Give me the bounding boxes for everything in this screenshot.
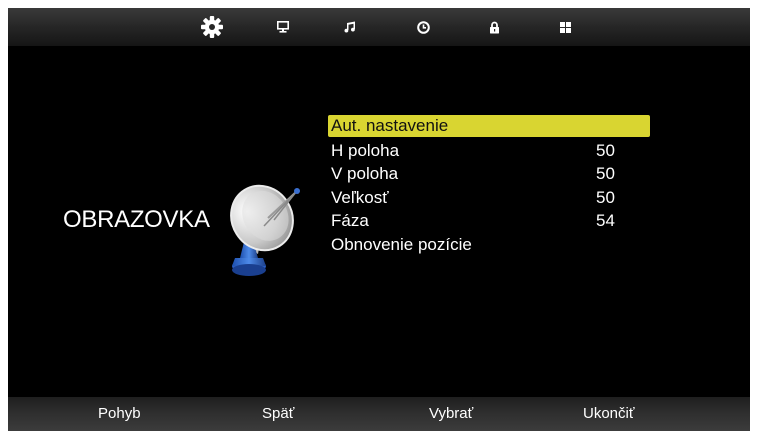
menu-item-h-position[interactable]: H poloha 50 bbox=[328, 139, 650, 163]
menu-item-value: 50 bbox=[596, 140, 615, 160]
menu-item-phase[interactable]: Fáza 54 bbox=[328, 209, 650, 233]
menu-item-label: Fáza bbox=[331, 211, 369, 230]
lock-icon[interactable] bbox=[482, 16, 506, 38]
menu-item-label: Obnovenie pozície bbox=[331, 234, 472, 254]
hint-select: Vybrať bbox=[429, 405, 474, 422]
section-title: OBRAZOVKA bbox=[63, 206, 210, 233]
hint-back: Späť bbox=[262, 405, 295, 422]
tv-osd-screen: OBRAZOVKA Aut. nastavenie H poloha 50 V … bbox=[8, 8, 750, 431]
settings-gear-icon[interactable] bbox=[200, 16, 224, 38]
hint-move: Pohyb bbox=[98, 405, 141, 422]
top-navigation-bar bbox=[8, 8, 750, 46]
menu-item-value: 50 bbox=[596, 187, 615, 207]
menu-item-value: 50 bbox=[596, 164, 615, 183]
clock-icon[interactable] bbox=[411, 16, 435, 38]
menu-item-label: Veľkosť bbox=[331, 187, 389, 207]
music-note-icon[interactable] bbox=[338, 16, 362, 38]
menu-item-auto-adjust[interactable]: Aut. nastavenie bbox=[328, 115, 650, 137]
settings-menu: Aut. nastavenie H poloha 50 V poloha 50 … bbox=[328, 115, 650, 256]
satellite-dish-icon bbox=[218, 170, 308, 288]
monitor-icon[interactable] bbox=[271, 16, 295, 38]
apps-grid-icon[interactable] bbox=[553, 16, 577, 38]
menu-item-label: V poloha bbox=[331, 164, 399, 183]
menu-item-v-position[interactable]: V poloha 50 bbox=[328, 162, 650, 186]
bottom-hint-bar: Pohyb Späť Vybrať Ukončiť bbox=[8, 397, 750, 431]
menu-item-value: 54 bbox=[596, 211, 615, 230]
menu-item-label: Aut. nastavenie bbox=[331, 116, 449, 135]
menu-item-size[interactable]: Veľkosť 50 bbox=[328, 186, 650, 210]
menu-item-position-reset[interactable]: Obnovenie pozície bbox=[328, 233, 650, 257]
menu-item-label: H poloha bbox=[331, 140, 400, 160]
hint-exit: Ukončiť bbox=[583, 405, 635, 422]
